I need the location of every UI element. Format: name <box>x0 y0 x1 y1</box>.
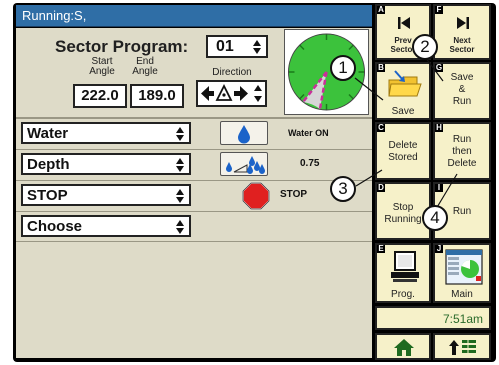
callout-1: 1 <box>330 55 356 81</box>
callout-3: 3 <box>330 176 356 202</box>
callout-4: 4 <box>422 205 448 231</box>
callout-2: 2 <box>412 34 438 60</box>
